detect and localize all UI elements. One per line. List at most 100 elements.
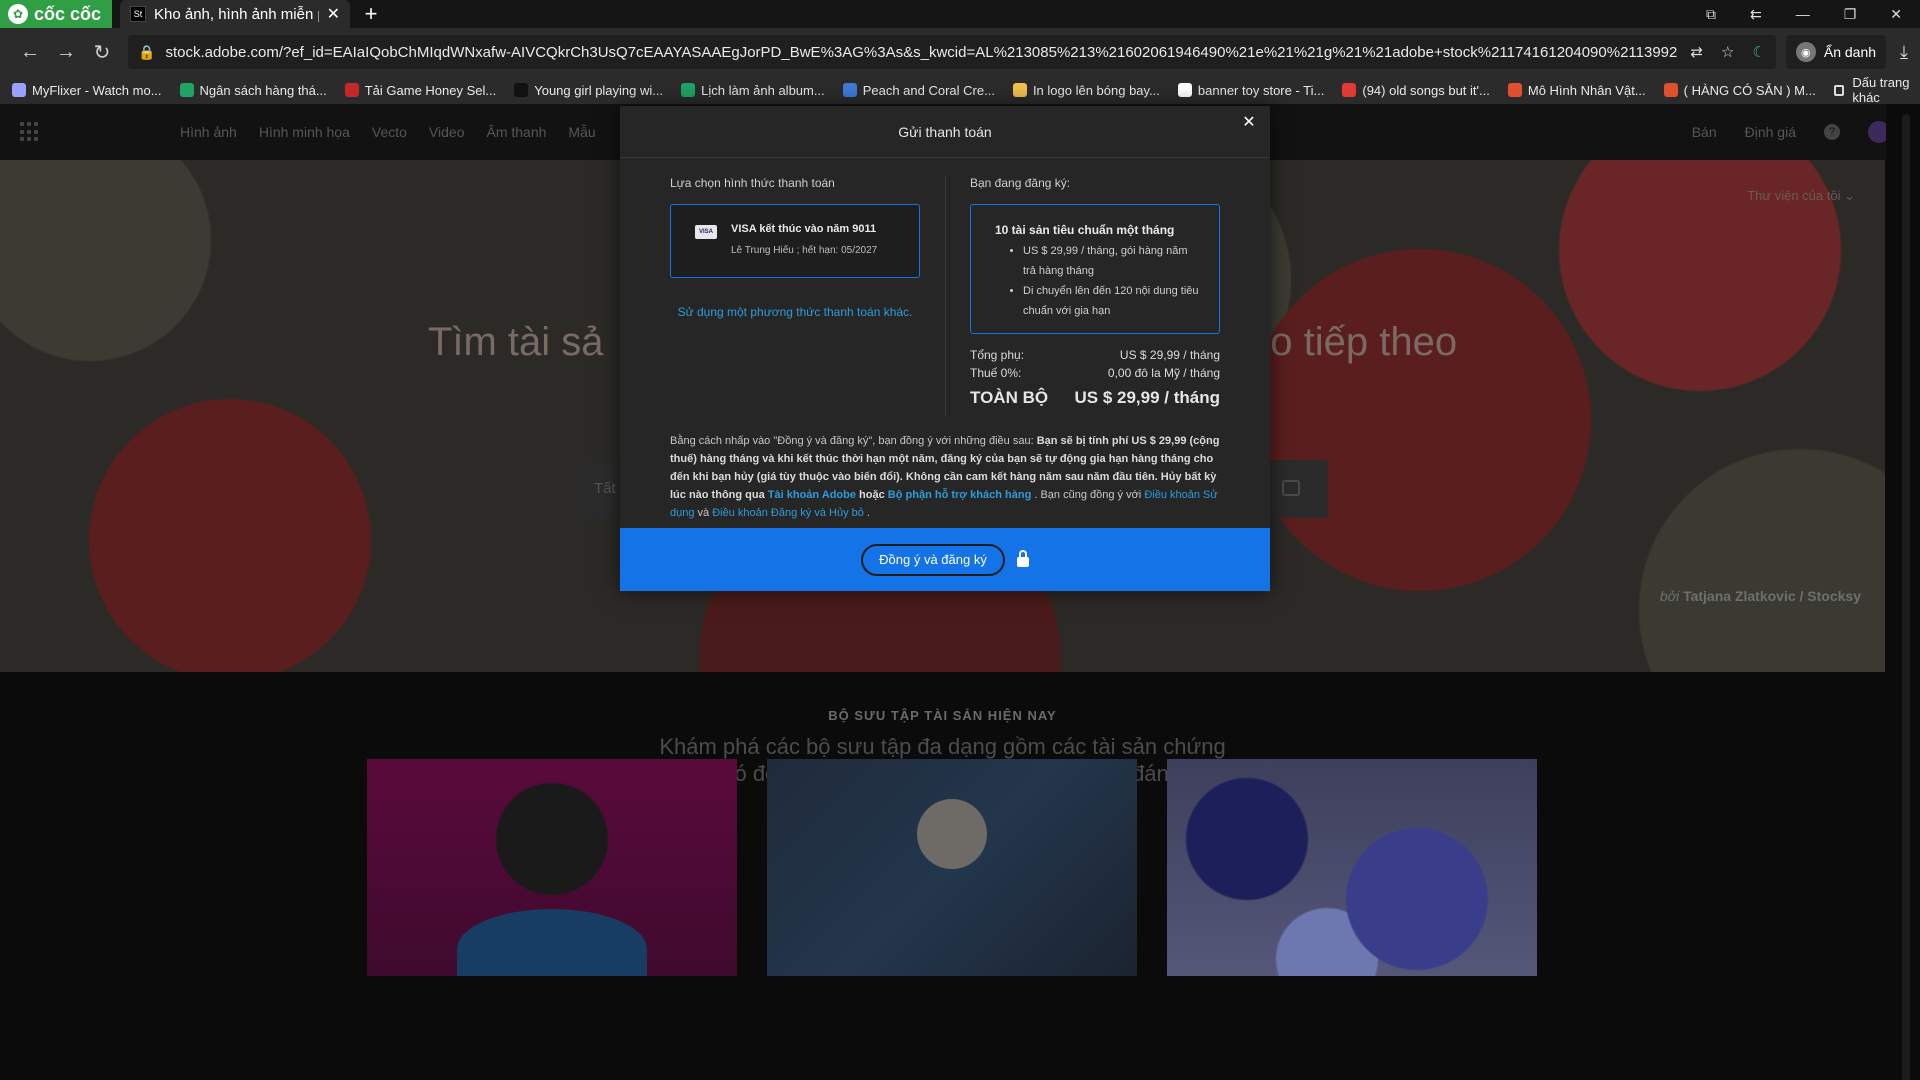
legal-or: hoặc: [856, 489, 888, 501]
adobe-stock-logo[interactable]: [60, 122, 150, 142]
bookmark-item[interactable]: ( HÀNG CÓ SẴN ) M...: [1663, 83, 1816, 98]
bookmark-favicon-icon: [681, 83, 696, 97]
payment-section-label: Lựa chọn hình thức thanh toán: [670, 176, 835, 190]
collection-card[interactable]: [767, 759, 1137, 976]
download-icon[interactable]: ⤓: [1900, 42, 1908, 63]
nav-link-illustrations[interactable]: Hình minh họa: [259, 124, 350, 140]
collections-title: BỘ SƯU TẬP TÀI SẢN HIỆN NAY: [828, 708, 1057, 723]
customer-support-link[interactable]: Bộ phận hỗ trợ khách hàng: [888, 489, 1032, 501]
tab-close-icon[interactable]: ✕: [327, 4, 340, 24]
plan-features: US $ 29,99 / tháng, gói hàng năm trả hàn…: [995, 241, 1199, 321]
page-scrollbar[interactable]: [1886, 104, 1920, 1080]
bookmarks-bar: MyFlixer - Watch mo... Ngân sách hàng thá…: [0, 75, 1920, 105]
window-controls: ⧉ ⇇ — ❐ ✕: [1706, 6, 1920, 23]
hero-credit: bởi Tatjana Zlatkovic / Stocksy: [1660, 588, 1861, 604]
other-bookmarks[interactable]: Dấu trang khác: [1833, 75, 1920, 105]
subtotal-label: Tổng phụ:: [970, 348, 1025, 362]
plan-feature-item: Di chuyển lên đến 120 nội dung tiêu chuẩ…: [1023, 281, 1199, 321]
sidebar-toggle-icon[interactable]: ⇇: [1750, 6, 1762, 23]
legal-end: .: [863, 507, 870, 519]
bookmark-favicon-icon: [1342, 83, 1357, 97]
bookmark-label: MyFlixer - Watch mo...: [32, 82, 162, 98]
credit-author[interactable]: Tatjana Zlatkovic / Stocksy: [1683, 588, 1861, 604]
payment-column: Lựa chọn hình thức thanh toán VISA VISA …: [670, 176, 920, 324]
total-row: TOÀN BỘ US $ 29,99 / tháng: [970, 388, 1220, 408]
adobe-account-link[interactable]: Tài khoản Adobe: [768, 489, 856, 501]
help-icon[interactable]: ?: [1824, 124, 1840, 140]
scrollbar-thumb[interactable]: [1902, 114, 1910, 1080]
card-title: VISA kết thúc vào năm 9011: [731, 223, 877, 235]
bookmark-favicon-icon: [344, 83, 359, 97]
nav-link-images[interactable]: Hình ảnh: [180, 124, 237, 140]
nav-link-audio[interactable]: Âm thanh: [486, 124, 546, 140]
bookmark-item[interactable]: Ngân sách hàng thá...: [179, 83, 327, 98]
window-close-icon[interactable]: ✕: [1890, 6, 1902, 23]
translate-icon[interactable]: ⇄: [1690, 43, 1703, 61]
agree-and-subscribe-button[interactable]: Đồng ý và đăng ký: [861, 543, 1005, 576]
subscription-terms-link[interactable]: Điều khoản Đăng ký và Hủy bỏ: [712, 507, 864, 519]
reload-icon[interactable]: ↻: [84, 40, 120, 65]
restore-icon[interactable]: ❐: [1844, 6, 1857, 23]
visual-search-icon[interactable]: [1282, 480, 1300, 496]
bookmark-label: Young girl playing wi...: [534, 82, 664, 98]
close-icon[interactable]: ✕: [1236, 106, 1262, 140]
plan-section-label: Bạn đang đăng ký:: [970, 176, 1071, 190]
site-nav-links: Hình ảnh Hình minh họa Vecto Video Âm th…: [180, 124, 596, 140]
checkout-modal: Gửi thanh toán ✕ Lựa chọn hình thức than…: [620, 106, 1270, 591]
minimize-icon[interactable]: —: [1796, 6, 1810, 22]
bookmark-favicon-icon: [1177, 83, 1192, 97]
bookmark-item[interactable]: (94) old songs but it'...: [1342, 83, 1490, 98]
search-category-label[interactable]: Tất: [594, 480, 616, 497]
bookmark-label: In logo lên bóng bay...: [1032, 82, 1160, 98]
saved-card-option[interactable]: VISA VISA kết thúc vào năm 9011 Lê Trung…: [670, 204, 920, 278]
legal-agree-text: . Bạn cũng đồng ý với: [1031, 489, 1145, 501]
dark-mode-icon[interactable]: ☾: [1752, 43, 1765, 61]
nav-link-sell[interactable]: Bán: [1692, 124, 1717, 140]
nav-link-vectors[interactable]: Vecto: [372, 124, 407, 140]
bookmark-item[interactable]: Tải Game Honey Sel...: [344, 83, 496, 98]
bookmark-item[interactable]: MyFlixer - Watch mo...: [12, 83, 162, 98]
collection-card[interactable]: [367, 759, 737, 976]
new-tab-icon[interactable]: +: [360, 1, 382, 27]
legal-terms: Bằng cách nhấp vào "Đồng ý và đăng ký", …: [670, 432, 1230, 522]
back-icon[interactable]: ←: [12, 41, 48, 64]
bookmark-favicon-icon: [514, 83, 529, 97]
bookmark-favicon-icon: [12, 83, 26, 97]
bookmark-label: (94) old songs but it'...: [1362, 82, 1490, 98]
bookmark-item[interactable]: In logo lên bóng bay...: [1012, 82, 1160, 98]
bookmark-item[interactable]: Mô Hình Nhân Vật...: [1507, 82, 1646, 98]
legal-and: và: [694, 507, 713, 519]
bookmark-item[interactable]: banner toy store - Ti...: [1177, 82, 1325, 98]
bookmark-item[interactable]: Peach and Coral Cre...: [842, 83, 995, 98]
bookmark-label: Mô Hình Nhân Vật...: [1527, 82, 1646, 98]
screen-capture-icon[interactable]: ⧉: [1706, 6, 1716, 23]
folder-icon: [1833, 84, 1845, 96]
bookmark-star-icon[interactable]: ☆: [1721, 43, 1734, 61]
browser-brand-button[interactable]: ✿ cốc cốc: [0, 0, 112, 28]
nav-link-video[interactable]: Video: [429, 124, 465, 140]
browser-brand-label: cốc cốc: [34, 3, 102, 24]
browser-tab[interactable]: St Kho ảnh, hình ảnh miễn phí | ✕: [120, 0, 350, 28]
nav-link-templates[interactable]: Mẫu: [568, 124, 595, 140]
tax-value: 0,00 đô la Mỹ / tháng: [1107, 366, 1220, 380]
bookmark-favicon-icon: [1663, 83, 1678, 97]
bookmark-label: banner toy store - Ti...: [1197, 82, 1325, 98]
address-bar[interactable]: 🔒 stock.adobe.com/?ef_id=EAIaIQobChMIqdW…: [128, 35, 1776, 69]
collection-card[interactable]: [1167, 759, 1537, 976]
apps-grid-icon[interactable]: [20, 122, 40, 142]
incognito-button[interactable]: ◉ Ẩn danh: [1785, 35, 1887, 69]
forward-icon[interactable]: →: [48, 41, 84, 64]
other-payment-link[interactable]: Sử dụng một phương thức thanh toán khác.: [670, 300, 920, 324]
plan-column: Bạn đang đăng ký: 10 tài sản tiêu chuẩn …: [970, 176, 1220, 408]
subtotal-row: Tổng phụ: US $ 29,99 / tháng: [970, 348, 1220, 362]
secure-lock-icon[interactable]: 🔒: [138, 44, 155, 61]
legal-intro: Bằng cách nhấp vào "Đồng ý và đăng ký", …: [670, 435, 1037, 447]
total-value: US $ 29,99 / tháng: [1074, 388, 1221, 407]
column-divider: [945, 176, 946, 416]
bookmark-item[interactable]: Young girl playing wi...: [514, 83, 663, 98]
bookmark-item[interactable]: Lịch làm ảnh album...: [681, 83, 825, 98]
nav-link-pricing[interactable]: Định giá: [1745, 124, 1796, 140]
my-library-link[interactable]: Thư viện của tôi ⌄: [1747, 188, 1855, 204]
bookmark-favicon-icon: [842, 83, 857, 97]
address-url[interactable]: stock.adobe.com/?ef_id=EAIaIQobChMIqdWNx…: [165, 44, 1678, 61]
